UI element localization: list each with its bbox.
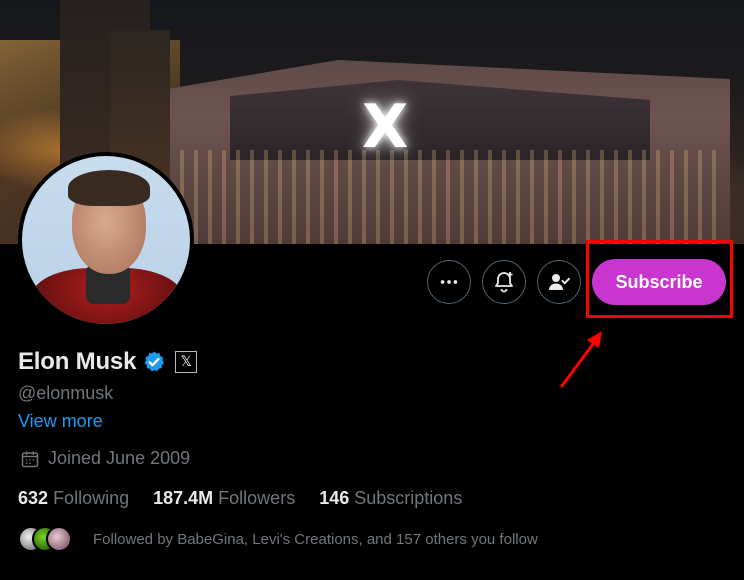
subscriptions-label: Subscriptions: [354, 488, 463, 508]
avatar-photo: [22, 156, 190, 324]
avatar-hair: [68, 170, 150, 206]
joined-date-text: Joined June 2009: [48, 448, 191, 468]
user-check-icon: [549, 274, 570, 290]
bell-plus-icon: [495, 272, 513, 293]
notifications-button[interactable]: [482, 260, 526, 304]
followers-stat-link[interactable]: 187.4M Followers: [153, 488, 295, 509]
followers-count: 187.4M: [153, 488, 214, 508]
following-button[interactable]: [537, 260, 581, 304]
more-button[interactable]: [427, 260, 471, 304]
followed-by-row[interactable]: Followed by BabeGina, Levi's Creations, …: [18, 524, 538, 554]
more-horizontal-icon: [440, 280, 458, 284]
following-count: 632: [18, 488, 49, 508]
subscriptions-stat-link[interactable]: 146 Subscriptions: [319, 488, 462, 509]
follower-avatar: [46, 526, 72, 552]
verified-badge-icon[interactable]: [142, 350, 166, 374]
profile-name: Elon Musk: [18, 348, 137, 375]
affiliation-x-badge-icon[interactable]: 𝕏: [175, 351, 198, 373]
banner-windows: [180, 150, 720, 244]
followed-by-text: Followed by BabeGina, Levi's Creations, …: [93, 530, 538, 548]
profile-handle: @elonmusk: [18, 383, 114, 403]
banner-x-sign: X: [362, 92, 409, 162]
view-more-link[interactable]: View more: [18, 411, 103, 432]
profile-name-row: Elon Musk 𝕏: [18, 348, 198, 376]
joined-date: Joined June 2009: [20, 448, 190, 469]
profile-stats: 632 Following 187.4M Followers 146 Subsc…: [18, 488, 486, 509]
annotation-arrow-icon: [560, 331, 602, 388]
subscriptions-count: 146: [319, 488, 350, 508]
followers-label: Followers: [218, 488, 296, 508]
calendar-icon: [21, 451, 39, 467]
annotation-highlight-box: [586, 240, 733, 318]
following-label: Following: [53, 488, 130, 508]
following-stat-link[interactable]: 632 Following: [18, 488, 129, 509]
follower-avatars: [18, 524, 82, 554]
avatar[interactable]: [18, 152, 194, 328]
